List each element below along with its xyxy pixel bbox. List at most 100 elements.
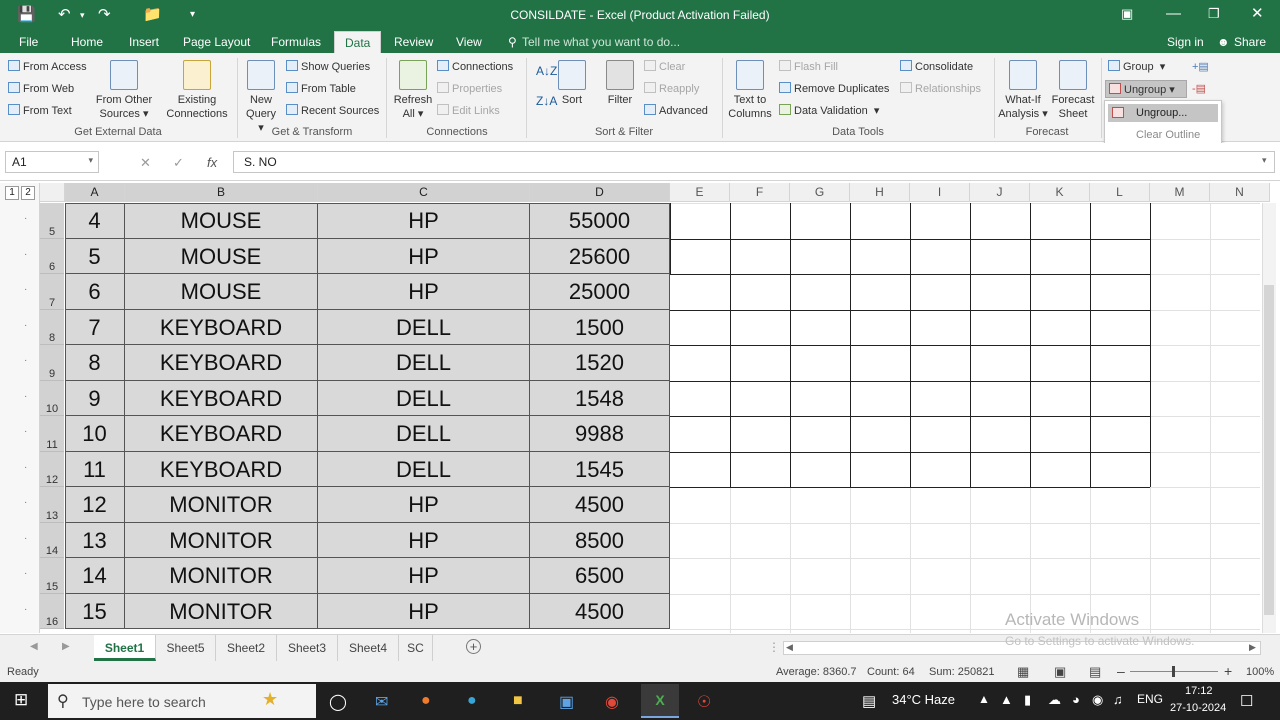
- outline-level-2-button[interactable]: 2: [21, 186, 35, 200]
- windows-start-icon[interactable]: ⊞: [14, 690, 28, 710]
- new-query-button[interactable]: New Query ▾: [242, 60, 280, 135]
- column-header[interactable]: G: [790, 183, 850, 202]
- recorder-app-icon[interactable]: ☉: [697, 692, 711, 712]
- share-button[interactable]: Share: [1234, 35, 1266, 49]
- column-header[interactable]: J: [970, 183, 1030, 202]
- tab-split-handle-icon[interactable]: ⋮: [768, 640, 780, 654]
- network-icon[interactable]: ▲: [1000, 692, 1013, 707]
- cell-c[interactable]: DELL: [318, 380, 530, 416]
- column-header[interactable]: M: [1150, 183, 1210, 202]
- column-header[interactable]: C: [318, 183, 530, 202]
- sort-descending-button[interactable]: Z↓A: [536, 94, 557, 108]
- what-if-analysis-button[interactable]: What-If Analysis ▾: [998, 60, 1048, 121]
- cell-b[interactable]: MONITOR: [125, 522, 318, 558]
- row-header[interactable]: 8: [40, 309, 64, 345]
- show-hidden-icons-icon[interactable]: ▲: [978, 692, 990, 706]
- cell-b[interactable]: MONITOR: [125, 593, 318, 629]
- hide-detail-icon[interactable]: -▤: [1192, 82, 1206, 96]
- consolidate-button[interactable]: Consolidate: [900, 60, 973, 74]
- column-header[interactable]: F: [730, 183, 790, 202]
- column-header[interactable]: A: [65, 183, 125, 202]
- sign-in-link[interactable]: Sign in: [1167, 35, 1204, 49]
- cell-b[interactable]: MONITOR: [125, 487, 318, 523]
- restore-button[interactable]: ❐: [1208, 4, 1220, 24]
- outline-level-1-button[interactable]: 1: [5, 186, 19, 200]
- text-to-columns-button[interactable]: Text to Columns: [726, 60, 774, 121]
- volume-icon[interactable]: ♫: [1113, 692, 1123, 707]
- cell-d[interactable]: 1545: [530, 451, 670, 487]
- advanced-filter-button[interactable]: Advanced: [644, 104, 708, 118]
- from-web-button[interactable]: From Web: [8, 82, 74, 96]
- column-header[interactable]: D: [530, 183, 670, 202]
- wifi-icon[interactable]: ◕: [1072, 692, 1080, 707]
- filter-button[interactable]: Filter: [603, 60, 637, 107]
- row-header[interactable]: 10: [40, 380, 64, 416]
- properties-button[interactable]: Properties: [437, 82, 502, 96]
- cell-d[interactable]: 55000: [530, 203, 670, 239]
- cell-a[interactable]: 14: [65, 558, 125, 594]
- cell-c[interactable]: HP: [318, 593, 530, 629]
- existing-connections-button[interactable]: Existing Connections: [162, 60, 232, 121]
- relationships-button[interactable]: Relationships: [900, 82, 981, 96]
- tab-file[interactable]: File: [19, 35, 38, 49]
- mail-app-icon[interactable]: ✉: [375, 692, 388, 712]
- from-access-button[interactable]: From Access: [8, 60, 87, 74]
- cell-d[interactable]: 25000: [530, 274, 670, 310]
- cell-d[interactable]: 4500: [530, 487, 670, 523]
- clock-date[interactable]: 27-10-2024: [1170, 702, 1226, 714]
- cell-a[interactable]: 7: [65, 309, 125, 345]
- row-header[interactable]: 16: [40, 593, 64, 629]
- store-app-icon[interactable]: ▣: [559, 692, 574, 712]
- cell-a[interactable]: 12: [65, 487, 125, 523]
- forecast-sheet-button[interactable]: Forecast Sheet: [1050, 60, 1096, 121]
- cell-c[interactable]: HP: [318, 487, 530, 523]
- row-header[interactable]: 15: [40, 558, 64, 594]
- column-header[interactable]: N: [1210, 183, 1270, 202]
- sheet-tab-sheet4[interactable]: Sheet4: [338, 635, 399, 661]
- show-detail-icon[interactable]: +▤: [1192, 60, 1209, 74]
- group-button[interactable]: Group ▾: [1108, 60, 1165, 74]
- clear-outline-menu-item[interactable]: Clear Outline: [1136, 129, 1200, 141]
- taskbar-search-box[interactable]: ⚲ Type here to search ★: [48, 684, 316, 718]
- cell-a[interactable]: 9: [65, 380, 125, 416]
- show-queries-button[interactable]: Show Queries: [286, 60, 370, 74]
- select-all-corner[interactable]: [40, 183, 65, 202]
- tab-formulas[interactable]: Formulas: [271, 35, 321, 49]
- cloud-icon[interactable]: ☁: [1048, 692, 1061, 708]
- cell-b[interactable]: MOUSE: [125, 274, 318, 310]
- cell-c[interactable]: HP: [318, 238, 530, 274]
- minimize-button[interactable]: —: [1166, 4, 1181, 24]
- edit-links-button[interactable]: Edit Links: [437, 104, 500, 118]
- edge-app-icon[interactable]: ●: [467, 692, 477, 710]
- file-explorer-icon[interactable]: ■: [513, 692, 523, 710]
- ribbon-display-icon[interactable]: ▣: [1121, 4, 1133, 24]
- cell-a[interactable]: 15: [65, 593, 125, 629]
- cell-b[interactable]: MOUSE: [125, 203, 318, 239]
- column-header[interactable]: K: [1030, 183, 1090, 202]
- language-indicator[interactable]: ENG: [1137, 692, 1163, 706]
- tell-me-box[interactable]: Tell me what you want to do...: [522, 35, 680, 49]
- name-box-dropdown-icon[interactable]: ▾: [88, 155, 93, 166]
- cell-b[interactable]: KEYBOARD: [125, 380, 318, 416]
- row-header[interactable]: 7: [40, 274, 64, 310]
- battery-icon[interactable]: ▮: [1024, 692, 1031, 708]
- cell-a[interactable]: 5: [65, 238, 125, 274]
- cell-d[interactable]: 25600: [530, 238, 670, 274]
- vertical-scroll-thumb[interactable]: [1264, 285, 1274, 615]
- from-text-button[interactable]: From Text: [8, 104, 72, 118]
- close-button[interactable]: ✕: [1251, 4, 1264, 24]
- cell-b[interactable]: MONITOR: [125, 558, 318, 594]
- cell-a[interactable]: 4: [65, 203, 125, 239]
- task-view-icon[interactable]: ◯: [329, 692, 347, 712]
- row-header[interactable]: 12: [40, 451, 64, 487]
- sheet-tab-sheet3[interactable]: Sheet3: [277, 635, 338, 661]
- sort-ascending-button[interactable]: A↓Z: [536, 64, 557, 78]
- recent-sources-button[interactable]: Recent Sources: [286, 104, 379, 118]
- row-header[interactable]: 13: [40, 487, 64, 523]
- cell-c[interactable]: HP: [318, 522, 530, 558]
- sheet-tab-sheet5[interactable]: Sheet5: [156, 635, 216, 661]
- data-validation-button[interactable]: Data Validation ▾: [779, 104, 879, 118]
- weather-status[interactable]: 34°C Haze: [892, 692, 955, 707]
- zoom-slider-thumb[interactable]: [1172, 666, 1175, 677]
- chrome-app-icon[interactable]: ◉: [605, 692, 619, 712]
